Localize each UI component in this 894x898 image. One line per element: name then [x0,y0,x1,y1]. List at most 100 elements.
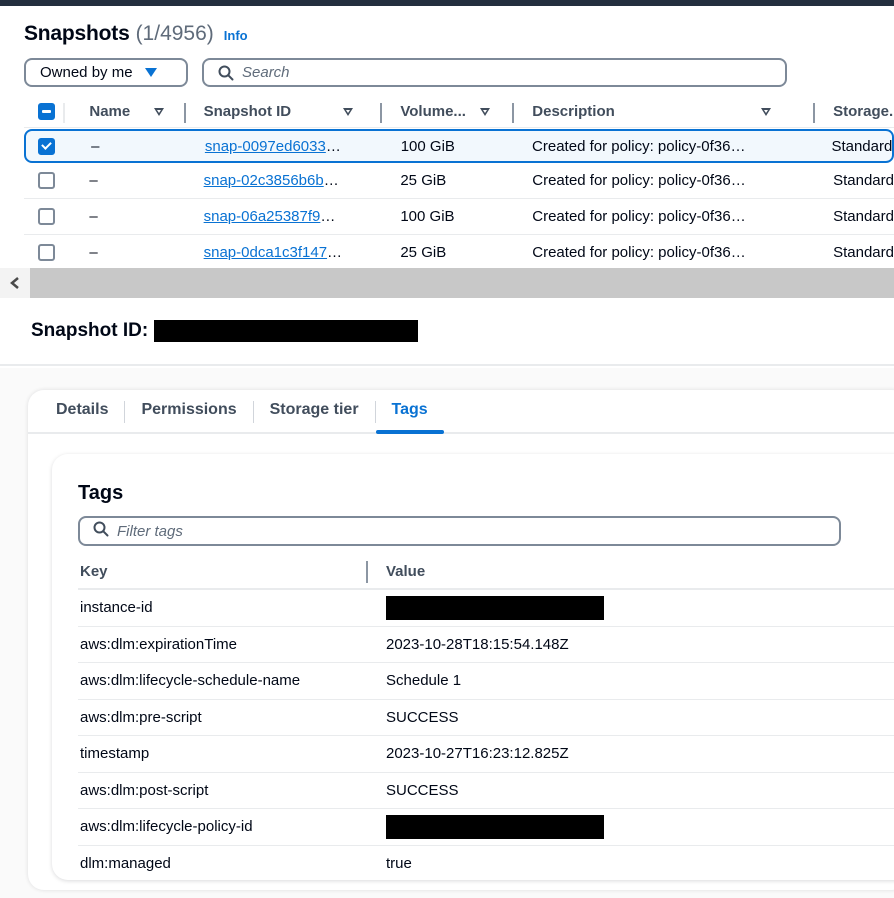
tab-tags[interactable]: Tags [375,388,444,434]
tag-key: timestamp [80,745,150,763]
cell-snapshot-id: snap-06a25387f9… [186,208,383,225]
filter-tags-input[interactable] [117,522,767,540]
tags-title: Tags [78,482,124,504]
tag-value: 2023-10-28T18:15:54.148Z [368,636,569,653]
column-header-snapshot-id[interactable]: Snapshot ID [186,96,383,127]
filter-tags-field[interactable] [78,516,841,546]
search-field[interactable] [202,58,787,87]
search-icon [218,65,234,81]
snapshot-id-text: snap-02c3856b6b [203,172,324,189]
tag-value: Schedule 1 [368,672,461,689]
tab-storage-tier[interactable]: Storage tier [254,388,375,432]
cell-description: Created for policy: policy-0f36… [532,137,746,155]
chevron-left-icon [10,277,19,289]
column-label: Volume... [400,103,466,120]
sort-icon[interactable] [343,107,354,116]
tag-value: SUCCESS [368,709,459,726]
tag-row: aws:dlm:pre-script SUCCESS [78,700,894,736]
column-label: Storage. [833,103,894,120]
snapshot-id-link[interactable]: snap-02c3856b6b… [204,172,339,189]
tab-list: Details Permissions Storage tier Tags [28,390,894,434]
owner-filter-select[interactable]: Owned by me [24,58,188,87]
column-header-volume[interactable]: Volume... [382,96,515,127]
cell-name: – [89,172,98,189]
row-select-cell [24,244,73,261]
redacted-value [386,814,604,839]
tag-value-text: SUCCESS [386,781,459,799]
row-select-cell [26,137,75,155]
tag-key: aws:dlm:lifecycle-policy-id [80,818,253,836]
column-header-key: Key [78,560,368,583]
info-link[interactable]: Info [224,28,248,43]
sort-icon[interactable] [479,107,490,116]
tag-key: aws:dlm:expirationTime [80,635,237,653]
tab-details[interactable]: Details [40,388,124,432]
tab-permissions[interactable]: Permissions [125,388,252,432]
cell-snapshot-id: snap-0dca1c3f147… [186,244,383,261]
horizontal-scrollbar[interactable] [0,268,894,298]
cell-snapshot-id: snap-0097ed6033… [187,138,383,155]
tag-key: dlm:managed [80,855,171,873]
table-header: Name Snapshot ID Volume... Description S… [24,96,894,128]
snapshot-count: (1/4956) [135,22,214,45]
column-header-name[interactable]: Name [73,96,186,127]
tag-value-text: Schedule 1 [386,672,462,690]
snapshot-id-link[interactable]: snap-0097ed6033… [205,138,341,155]
snapshots-table: Name Snapshot ID Volume... Description S… [24,96,894,268]
table-row[interactable]: – snap-02c3856b6b… 25 GiB Created for polic… [24,163,894,199]
select-all-checkbox[interactable] [38,103,55,120]
ellipsis: … [325,137,341,155]
tag-value: 2023-10-27T16:23:12.825Z [368,745,569,762]
column-header-storage[interactable]: Storage. [815,96,894,127]
sort-icon[interactable] [760,107,771,116]
tag-value-text: 2023-10-28T18:15:54.148Z [386,635,569,653]
snapshot-id-link[interactable]: snap-0dca1c3f147… [204,244,342,261]
cell-description: Created for policy: policy-0f36… [532,172,746,189]
cell-name: – [89,208,98,225]
column-header-description[interactable]: Description [514,96,816,127]
cell-description: Created for policy: policy-0f36… [532,208,746,225]
tag-row: aws:dlm:lifecycle-policy-id [78,809,894,846]
tags-table: Key Value instance-id aws:dlm:expirationT… [78,554,894,882]
snapshot-id-link[interactable]: snap-06a25387f9… [204,208,336,225]
search-input[interactable] [242,64,742,81]
page-title: Snapshots [24,22,130,45]
tag-row: dlm:managed true [78,846,894,883]
snapshot-id-text: snap-0097ed6033 [204,137,326,155]
table-row[interactable]: – snap-0097ed6033… 100 GiB Created for poli… [24,129,894,163]
cell-volume: 25 GiB [400,172,447,189]
ellipsis: … [323,172,339,189]
row-select-cell [24,172,73,189]
tags-panel: Tags Key Value instance-id aws:dlm:expira… [52,454,894,880]
table-row[interactable]: – snap-0dca1c3f147… 25 GiB Created for poli… [24,235,894,268]
cell-storage: Standard [833,208,894,225]
row-checkbox[interactable] [38,137,55,155]
column-label: Name [89,103,131,120]
scrollbar-thumb[interactable] [30,268,894,298]
tag-value-text: SUCCESS [386,708,459,726]
cell-description: Created for policy: policy-0f36… [532,244,746,261]
row-select-cell [24,208,73,225]
sort-icon[interactable] [154,107,165,116]
tag-row: timestamp 2023-10-27T16:23:12.825Z [78,736,894,773]
cell-volume: 100 GiB [400,208,455,225]
ellipsis: … [320,208,336,225]
tag-row: aws:dlm:post-script SUCCESS [78,773,894,809]
table-row[interactable]: – snap-06a25387f9… 100 GiB Created for poli… [24,199,894,235]
column-label: Snapshot ID [203,103,292,120]
snapshot-id-text: snap-0dca1c3f147 [203,244,328,261]
scroll-left-arrow[interactable] [0,268,30,298]
tabs-container: Details Permissions Storage tier Tags Tags … [28,390,894,890]
redacted-snapshot-id [154,320,419,342]
snapshot-id-text: snap-06a25387f9 [203,208,321,225]
cell-volume: 100 GiB [400,137,455,155]
tag-key: instance-id [80,599,153,617]
detail-title-label: Snapshot ID: [31,320,149,341]
column-header-value: Value [386,562,426,580]
row-checkbox[interactable] [38,208,55,225]
row-checkbox[interactable] [38,244,55,261]
tag-row: aws:dlm:expirationTime 2023-10-28T18:15:5… [78,627,894,663]
tag-row: aws:dlm:lifecycle-schedule-name Schedule … [78,663,894,700]
row-checkbox[interactable] [38,172,55,189]
tag-key: aws:dlm:pre-script [80,708,202,726]
